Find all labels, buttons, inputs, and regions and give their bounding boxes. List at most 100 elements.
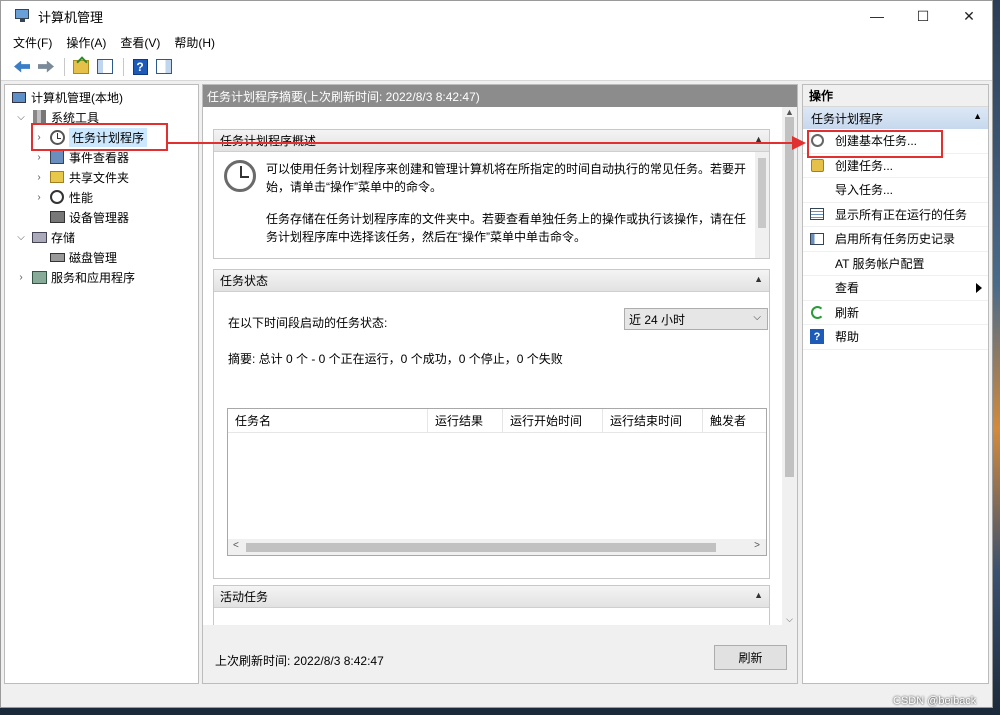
action-display-running-tasks[interactable]: 显示所有正在运行的任务: [803, 203, 988, 227]
overview-paragraph-2: 任务存储在任务计划程序库的文件夹中。若要查看单独任务上的操作或执行该操作，请在任…: [266, 212, 747, 244]
expand-chevron-icon[interactable]: ›: [33, 152, 45, 163]
action-pane-icon: [156, 59, 172, 74]
task-list-icon: [809, 206, 825, 222]
tree-item-device-manager[interactable]: 设备管理器: [5, 207, 198, 227]
scroll-left-icon[interactable]: <: [233, 540, 239, 551]
collapse-caret-icon[interactable]: ▲: [973, 111, 982, 121]
summary-vertical-scrollbar[interactable]: ▲ ⌵: [782, 107, 797, 625]
console-tree: 计算机管理(本地) ⌵ 系统工具 › 任务计划程序 › 事件查看器 › 共享文件…: [4, 84, 199, 684]
actions-section-task-scheduler[interactable]: 任务计划程序 ▲: [803, 107, 988, 129]
overview-body: 可以使用任务计划程序来创建和管理计算机将在所指定的时间自动执行的常见任务。若要开…: [214, 152, 769, 258]
action-label: 显示所有正在运行的任务: [835, 207, 968, 222]
maximize-button[interactable]: ☐: [900, 1, 946, 31]
performance-icon: [49, 190, 65, 205]
desktop-background: [992, 0, 1000, 715]
tree-item-disk-management[interactable]: 磁盘管理: [5, 247, 198, 267]
status-period-select[interactable]: 近 24 小时 ⌵: [624, 308, 768, 330]
action-refresh[interactable]: 刷新: [803, 301, 988, 325]
help-icon: ?: [132, 58, 148, 75]
minimize-button[interactable]: —: [854, 1, 900, 31]
task-status-section: 任务状态 ▲ 在以下时间段启动的任务状态: 近 24 小时 ⌵ 摘要: 总计 0…: [213, 269, 770, 579]
toolbar: ?: [1, 53, 992, 81]
action-label: 导入任务...: [835, 183, 894, 198]
collapse-chevron-icon[interactable]: ⌵: [15, 232, 27, 243]
disk-icon: [49, 250, 65, 265]
tree-label: 事件查看器: [69, 150, 130, 165]
expand-chevron-icon[interactable]: ›: [33, 192, 45, 203]
create-task-icon: [809, 157, 825, 173]
collapse-chevron-icon[interactable]: ⌵: [15, 112, 27, 123]
menu-view[interactable]: 查看(V): [120, 34, 160, 51]
overview-section: 任务计划程序概述 ▲ 可以使用任务计划程序来创建和管理计算机将在所指定的时间自动…: [213, 129, 770, 259]
action-at-service-account[interactable]: AT 服务帐户配置: [803, 252, 988, 276]
scroll-down-icon[interactable]: ⌵: [782, 614, 797, 625]
status-summary: 摘要: 总计 0 个 - 0 个正在运行，0 个成功，0 个停止，0 个失败: [228, 352, 563, 366]
shared-folder-icon: [49, 170, 65, 185]
actions-header: 操作: [803, 85, 988, 107]
collapse-caret-icon[interactable]: ▲: [754, 274, 763, 284]
computer-icon: [11, 90, 27, 105]
column-run-start[interactable]: 运行开始时间: [503, 408, 603, 433]
show-hide-console-tree-button[interactable]: [94, 56, 116, 78]
back-button[interactable]: [11, 56, 33, 78]
action-label: 启用所有任务历史记录: [835, 232, 956, 247]
menu-action[interactable]: 操作(A): [66, 34, 106, 51]
overview-paragraph-1: 可以使用任务计划程序来创建和管理计算机将在所指定的时间自动执行的常见任务。若要开…: [266, 162, 747, 194]
action-help[interactable]: ? 帮助: [803, 325, 988, 350]
blank-icon: [809, 280, 825, 296]
overview-scrollbar[interactable]: [755, 152, 769, 258]
refresh-button[interactable]: 刷新: [714, 645, 787, 670]
column-run-end[interactable]: 运行结束时间: [603, 408, 703, 433]
scroll-thumb[interactable]: [785, 117, 794, 477]
menu-file[interactable]: 文件(F): [13, 34, 52, 51]
blank-icon: [809, 255, 825, 271]
tree-label: 性能: [69, 190, 94, 205]
action-import-task[interactable]: 导入任务...: [803, 178, 988, 203]
active-tasks-section-header[interactable]: 活动任务 ▲: [214, 586, 769, 608]
column-run-result[interactable]: 运行结果: [428, 408, 503, 433]
menu-help[interactable]: 帮助(H): [174, 34, 215, 51]
status-period-value: 近 24 小时: [629, 312, 686, 327]
section-title: 任务状态: [220, 274, 269, 288]
scroll-up-icon[interactable]: ▲: [782, 107, 797, 117]
action-view[interactable]: 查看: [803, 276, 988, 301]
close-button[interactable]: ✕: [946, 1, 992, 31]
overview-section-header[interactable]: 任务计划程序概述 ▲: [214, 130, 769, 152]
expand-chevron-icon[interactable]: ›: [33, 172, 45, 183]
toolbar-separator: [123, 57, 124, 76]
active-tasks-section: 活动任务 ▲: [213, 585, 770, 625]
up-level-button[interactable]: [70, 56, 92, 78]
tree-item-services-apps[interactable]: › 服务和应用程序: [5, 267, 198, 287]
column-task-name[interactable]: 任务名: [228, 408, 428, 433]
tree-item-performance[interactable]: › 性能: [5, 187, 198, 207]
task-status-section-header[interactable]: 任务状态 ▲: [214, 270, 769, 292]
help-toolbar-button[interactable]: ?: [129, 56, 151, 78]
action-label: 查看: [835, 281, 860, 296]
table-horizontal-scrollbar[interactable]: < >: [228, 539, 766, 555]
summary-header: 任务计划程序摘要(上次刷新时间: 2022/8/3 8:42:47): [203, 85, 797, 107]
annotation-box-action: [807, 130, 943, 158]
expand-chevron-icon[interactable]: ›: [15, 272, 27, 283]
collapse-caret-icon[interactable]: ▲: [754, 590, 763, 600]
toolbar-separator: [64, 57, 65, 76]
tree-label: 共享文件夹: [69, 170, 130, 185]
tree-item-shared-folders[interactable]: › 共享文件夹: [5, 167, 198, 187]
forward-button[interactable]: [35, 56, 57, 78]
column-triggered-by[interactable]: 触发者: [703, 409, 766, 433]
tree-label: 计算机管理(本地): [31, 90, 123, 105]
chevron-down-icon: ⌵: [753, 312, 761, 323]
blank-icon: [809, 182, 825, 198]
back-arrow-icon: [14, 60, 30, 73]
tree-item-storage[interactable]: ⌵ 存储: [5, 227, 198, 247]
tree-item-root[interactable]: 计算机管理(本地): [5, 87, 198, 107]
action-enable-task-history[interactable]: 启用所有任务历史记录: [803, 227, 988, 252]
scroll-right-icon[interactable]: >: [754, 540, 760, 551]
show-hide-action-pane-button[interactable]: [153, 56, 175, 78]
history-icon: [809, 231, 825, 247]
action-label: 刷新: [835, 305, 860, 320]
scroll-thumb[interactable]: [246, 543, 716, 552]
tree-label: 磁盘管理: [69, 250, 118, 265]
section-title: 活动任务: [220, 590, 269, 604]
computer-management-icon: [15, 9, 31, 23]
window-title: 计算机管理: [38, 9, 104, 25]
